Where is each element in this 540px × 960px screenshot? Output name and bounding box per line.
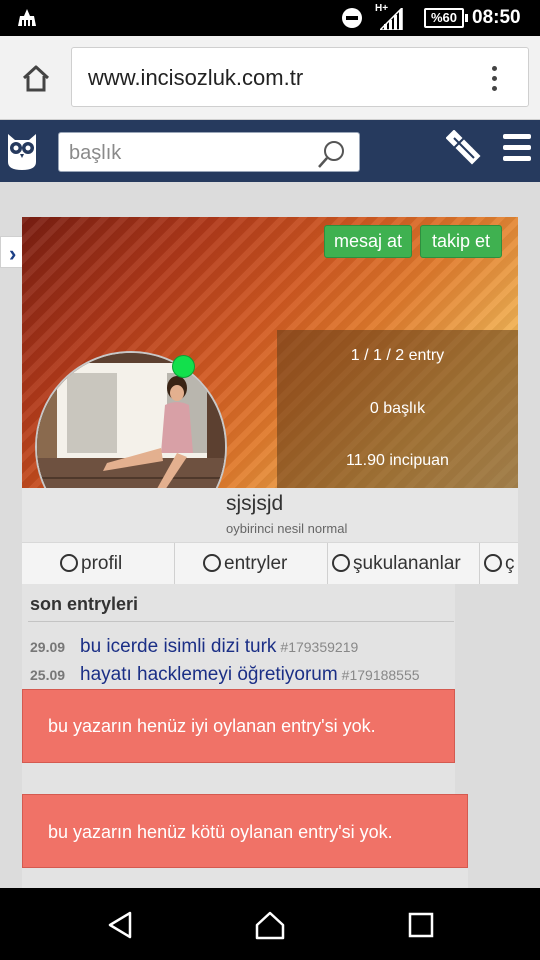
do-not-disturb-icon: [342, 8, 362, 28]
battery-indicator: %60: [424, 8, 468, 28]
send-message-button[interactable]: mesaj at: [324, 225, 412, 258]
cool-face-icon: [60, 554, 78, 572]
entry-title-link[interactable]: hayatı hacklemeyi öğretiyorum: [80, 664, 338, 685]
alert-text: bu yazarın henüz kötü oylanan entry'si y…: [48, 822, 393, 842]
home-icon[interactable]: [20, 62, 52, 94]
entry-id[interactable]: #179359219: [280, 639, 358, 655]
smile-face-icon: [203, 554, 221, 572]
status-bar: H+ %60 08:50: [0, 0, 540, 36]
no-good-entries-alert: bu yazarın henüz iyi oylanan entry'si yo…: [22, 689, 455, 763]
tab-more[interactable]: ç: [480, 543, 518, 584]
tab-entryler[interactable]: entryler: [175, 543, 328, 584]
tab-profil[interactable]: profil: [22, 543, 175, 584]
title-count[interactable]: 0 başlık: [277, 400, 518, 418]
user-title: oybirinci nesil normal: [226, 521, 348, 536]
profile-stats: 1 / 1 / 2 entry 0 başlık 11.90 incipuan: [277, 330, 518, 488]
recent-apps-icon[interactable]: [406, 910, 436, 940]
points-count: 11.90 incipuan: [346, 452, 449, 469]
owl-logo-icon[interactable]: [5, 130, 39, 172]
entry-id[interactable]: #179188555: [342, 667, 420, 683]
entry-date: 29.09: [30, 639, 66, 655]
divider: [28, 621, 454, 622]
search-input[interactable]: [69, 139, 309, 167]
entry-title-link[interactable]: bu icerde isimli dizi turk: [80, 636, 276, 657]
url-text: www.incisozluk.com.tr: [88, 65, 304, 90]
section-title: son entryleri: [30, 594, 139, 614]
entry-count[interactable]: 1 / 1 / 2 entry: [277, 347, 518, 365]
username: sjsjsjd: [226, 492, 284, 515]
chevron-right-icon: ›: [9, 241, 17, 266]
search-icon[interactable]: [317, 139, 347, 169]
panel-footer: [22, 868, 468, 888]
list-item[interactable]: 25.09 hayatı hacklemeyi öğretiyorum #17918…: [30, 664, 420, 686]
status-clock: 08:50: [472, 7, 521, 28]
happy-face-icon: [332, 554, 350, 572]
tab-label: ç: [505, 553, 515, 574]
url-bar[interactable]: www.incisozluk.com.tr: [71, 47, 529, 107]
tab-label: entryler: [224, 553, 288, 574]
online-status-indicator: [172, 355, 195, 378]
profile-tabs: profil entryler şukulananlar ç: [22, 542, 518, 584]
user-info: sjsjsjd oybirinci nesil normal: [22, 488, 518, 542]
no-bad-entries-alert: bu yazarın henüz kötü oylanan entry'si y…: [22, 794, 468, 868]
satellite-icon[interactable]: [446, 130, 482, 166]
follow-button[interactable]: takip et: [420, 225, 502, 258]
search-box: [58, 132, 360, 172]
sad-face-icon: [484, 554, 502, 572]
hamburger-menu-icon[interactable]: [503, 134, 531, 164]
cleaner-icon: [18, 9, 36, 26]
alert-text: bu yazarın henüz iyi oylanan entry'si yo…: [48, 716, 376, 736]
browser-toolbar: www.incisozluk.com.tr: [0, 36, 540, 120]
home-nav-icon[interactable]: [255, 910, 285, 940]
back-icon[interactable]: [106, 910, 136, 940]
navigation-bar: [0, 888, 540, 960]
entry-date: 25.09: [30, 667, 66, 683]
browser-menu-icon[interactable]: [491, 66, 499, 92]
signal-icon: [380, 8, 403, 30]
tab-label: profil: [81, 553, 123, 574]
list-item[interactable]: 29.09 bu icerde isimli dizi turk #17935921…: [30, 636, 358, 658]
tab-label: şukulananlar: [353, 553, 461, 574]
tab-sukulananlar[interactable]: şukulananlar: [328, 543, 480, 584]
